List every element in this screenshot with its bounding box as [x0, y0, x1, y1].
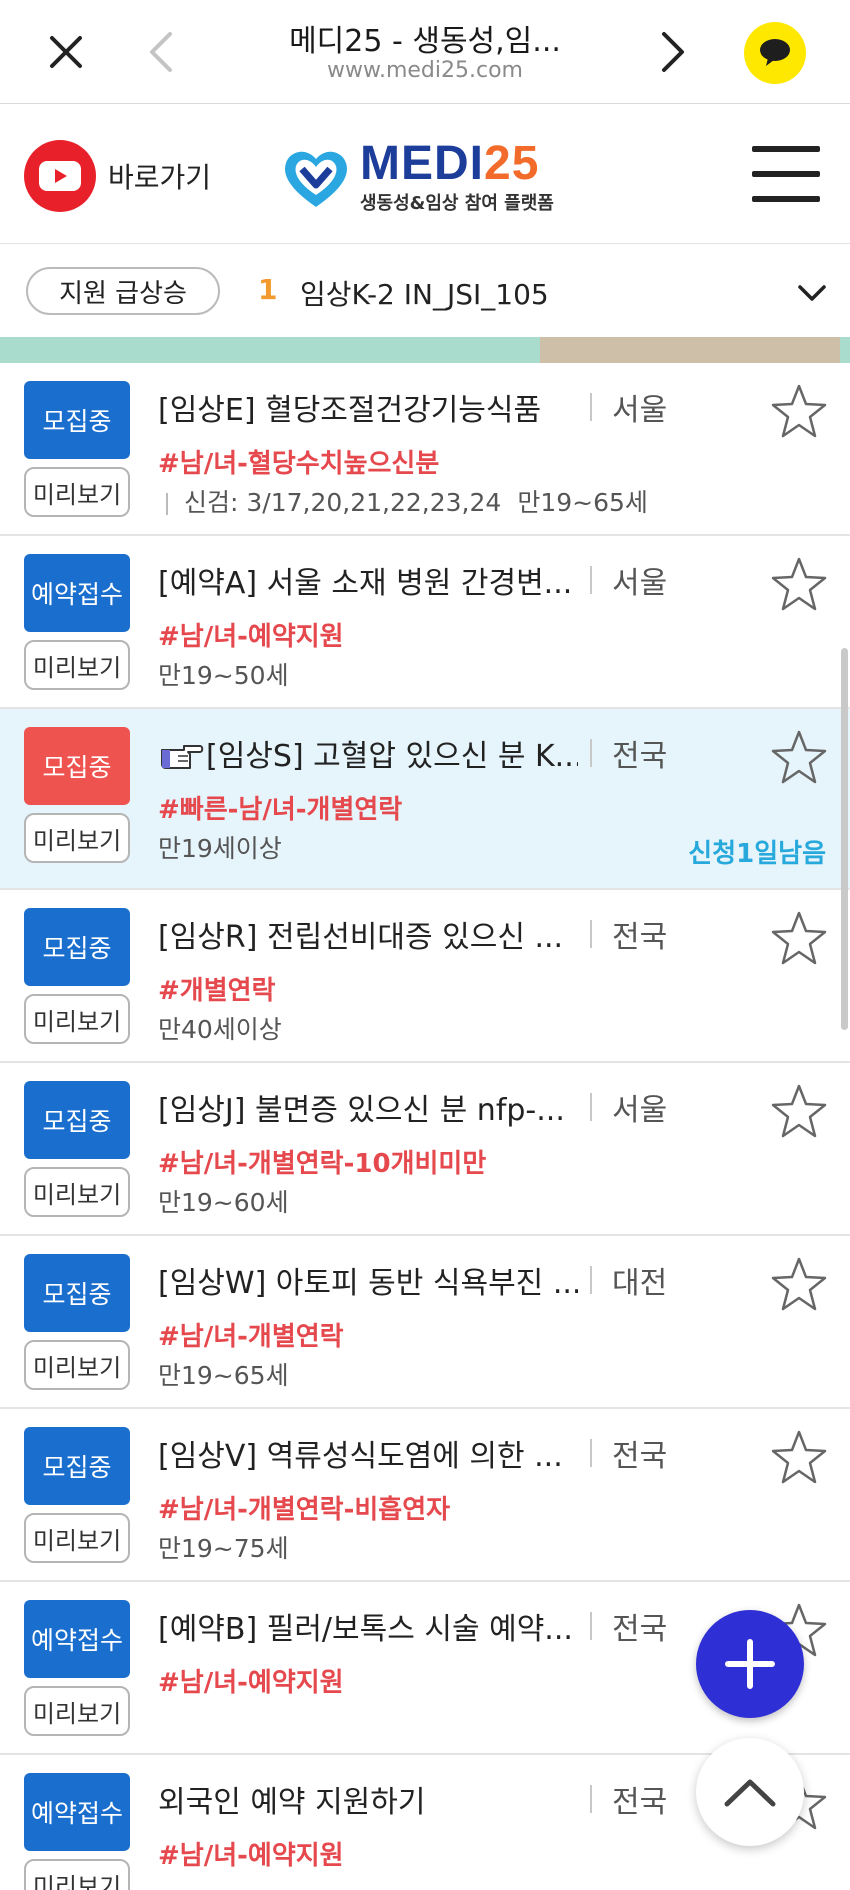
close-icon[interactable] [34, 20, 98, 84]
chevron-left-icon[interactable] [130, 20, 194, 84]
star-outline-icon[interactable] [770, 729, 828, 787]
browser-title: 메디25 - 생동성,임... [289, 24, 561, 59]
list-item[interactable]: 모집중 미리보기 [임상W] 아토피 동반 식욕부진 ... 대전 #남/녀-개… [0, 1236, 850, 1409]
preview-button[interactable]: 미리보기 [24, 640, 130, 690]
item-title[interactable]: [임상W] 아토피 동반 식욕부진 ... [158, 1258, 578, 1302]
item-tag: #개별연락 [158, 976, 276, 1006]
kakao-chat-icon[interactable] [744, 22, 806, 84]
item-tag: #남/녀-개별연락 [158, 1322, 344, 1352]
list-item-highlighted[interactable]: 모집중 미리보기 [임상S] 고혈압 있으신 분 K... 전국 #빠른-남/녀… [0, 709, 850, 890]
list-item[interactable]: 모집중 미리보기 [임상V] 역류성식도염에 의한 ... 전국 #남/녀-개별… [0, 1409, 850, 1582]
list-item[interactable]: 모집중 미리보기 [임상J] 불면증 있으신 분 nfp-... 서울 #남/녀… [0, 1063, 850, 1236]
status-badge: 예약접수 [24, 1773, 130, 1851]
preview-button[interactable]: 미리보기 [24, 813, 130, 863]
star-outline-icon[interactable] [770, 1429, 828, 1487]
logo-tagline: 생동성&임상 참여 플랫폼 [360, 193, 554, 214]
status-badge: 모집중 [24, 908, 130, 986]
item-age: 만19~75세 [158, 1534, 289, 1563]
item-region: 전국 [612, 1785, 668, 1820]
item-region: 대전 [612, 1266, 668, 1301]
logo-wordmark-medi: MEDI [360, 137, 484, 190]
item-checkup-dates: 신검: 3/17,20,21,22,23,24 [184, 488, 502, 517]
preview-button[interactable]: 미리보기 [24, 1340, 130, 1390]
deadline-label: 신청1일남음 [688, 839, 826, 869]
site-logo[interactable]: MEDI25 생동성&임상 참여 플랫폼 [280, 138, 554, 218]
item-age: 만40세이상 [158, 1015, 282, 1044]
item-title-text: [임상S] 고혈압 있으신 분 K... [206, 739, 578, 774]
trending-rank: 1 [258, 273, 278, 306]
item-region: 서울 [612, 1093, 668, 1128]
add-button[interactable] [696, 1610, 804, 1718]
preview-button[interactable]: 미리보기 [24, 1167, 130, 1217]
item-age: 만19세이상 [158, 834, 282, 863]
item-title[interactable]: [임상V] 역류성식도염에 의한 ... [158, 1431, 578, 1475]
status-badge: 모집중 [24, 1427, 130, 1505]
youtube-play-icon [24, 140, 96, 212]
trending-ticker[interactable]: 지원 급상승 1 임상K-2 IN_JSI_105 [0, 245, 850, 337]
star-outline-icon[interactable] [770, 910, 828, 968]
list-item[interactable]: 모집중 미리보기 [임상R] 전립선비대증 있으신 ... 전국 #개별연락 만… [0, 890, 850, 1063]
list-item[interactable]: 예약접수 미리보기 [예약A] 서울 소재 병원 간경변... 서울 #남/녀-… [0, 536, 850, 709]
item-age: 만19~65세 [517, 488, 648, 517]
item-tag: #빠른-남/녀-개별연락 [158, 795, 403, 825]
youtube-shortcut-button[interactable]: 바로가기 [24, 140, 211, 212]
browser-top-bar: 메디25 - 생동성,임... www.medi25.com [0, 0, 850, 104]
preview-button[interactable]: 미리보기 [24, 994, 130, 1044]
item-title[interactable]: [예약A] 서울 소재 병원 간경변... [158, 558, 578, 602]
item-title[interactable]: [임상E] 혈당조절건강기능식품 [158, 385, 578, 429]
item-region: 서울 [612, 566, 668, 601]
chevron-down-icon[interactable] [794, 275, 830, 311]
status-badge: 예약접수 [24, 554, 130, 632]
status-badge: 모집중 [24, 381, 130, 459]
item-tag: #남/녀-예약지원 [158, 1841, 344, 1871]
item-title[interactable]: [임상S] 고혈압 있으신 분 K... [158, 731, 578, 780]
item-title[interactable]: [임상R] 전립선비대증 있으신 ... [158, 912, 578, 956]
item-region: 전국 [612, 920, 668, 955]
item-region: 전국 [612, 1612, 668, 1647]
item-age: 만19~65세 [158, 1361, 289, 1390]
preview-button[interactable]: 미리보기 [24, 467, 130, 517]
chevron-right-icon[interactable] [640, 20, 704, 84]
status-badge: 예약접수 [24, 1600, 130, 1678]
item-tag: #남/녀-혈당수치높으신분 [158, 449, 440, 479]
list-item[interactable]: 모집중 미리보기 [임상E] 혈당조절건강기능식품 서울 #남/녀-혈당수치높으… [0, 363, 850, 536]
browser-url[interactable]: www.medi25.com [240, 58, 610, 83]
item-tag: #남/녀-예약지원 [158, 1668, 344, 1698]
item-age: 만19~60세 [158, 1188, 289, 1217]
plus-icon [725, 1639, 775, 1689]
status-badge: 모집중 [24, 1254, 130, 1332]
item-title[interactable]: [예약B] 필러/보톡스 시술 예약... [158, 1604, 578, 1648]
item-tag: #남/녀-개별연락-10개비미만 [158, 1149, 487, 1179]
star-outline-icon[interactable] [770, 1256, 828, 1314]
trending-pill: 지원 급상승 [26, 267, 220, 315]
item-title[interactable]: [임상J] 불면증 있으신 분 nfp-... [158, 1085, 578, 1129]
pointing-hand-icon [158, 736, 204, 780]
banner-image[interactable] [0, 337, 850, 363]
item-region: 서울 [612, 393, 668, 428]
status-badge: 모집중 [24, 727, 130, 805]
item-title[interactable]: 외국인 예약 지원하기 [158, 1777, 578, 1821]
status-badge: 모집중 [24, 1081, 130, 1159]
item-region: 전국 [612, 1439, 668, 1474]
star-outline-icon[interactable] [770, 556, 828, 614]
preview-button[interactable]: 미리보기 [24, 1859, 130, 1890]
item-tag: #남/녀-개별연락-비흡연자 [158, 1495, 451, 1525]
heart-logo-icon [285, 151, 347, 207]
scroll-top-button[interactable] [696, 1738, 804, 1846]
item-region: 전국 [612, 739, 668, 774]
hamburger-icon[interactable] [752, 146, 820, 202]
chevron-up-icon [724, 1779, 776, 1807]
logo-wordmark-25: 25 [484, 137, 540, 190]
star-outline-icon[interactable] [770, 383, 828, 441]
youtube-shortcut-label: 바로가기 [108, 161, 212, 194]
site-header: 바로가기 MEDI25 생동성&임상 참여 플랫폼 [0, 104, 850, 244]
item-tag: #남/녀-예약지원 [158, 622, 344, 652]
trending-text[interactable]: 임상K-2 IN_JSI_105 [300, 273, 549, 313]
scrollbar[interactable] [841, 648, 848, 1030]
preview-button[interactable]: 미리보기 [24, 1686, 130, 1736]
item-age: 만19~50세 [158, 661, 289, 690]
star-outline-icon[interactable] [770, 1083, 828, 1141]
preview-button[interactable]: 미리보기 [24, 1513, 130, 1563]
